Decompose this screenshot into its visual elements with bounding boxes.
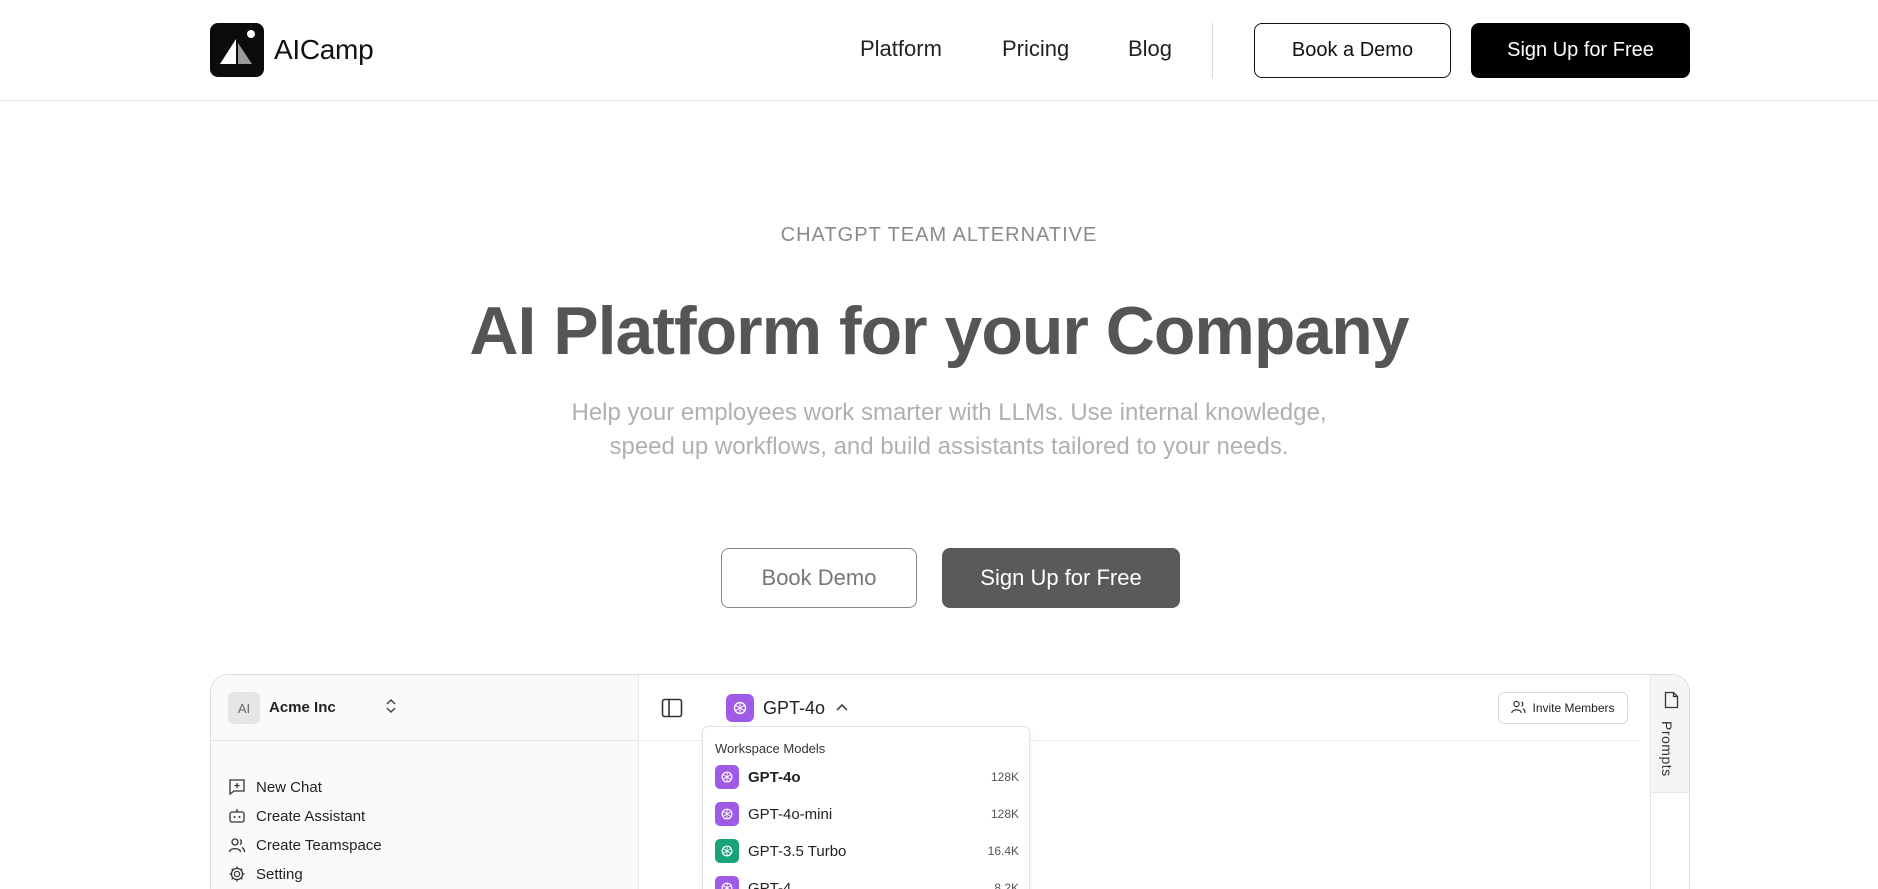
bot-icon <box>228 807 246 825</box>
model-option-name: GPT-4 <box>748 880 792 889</box>
model-context-size: 8.2K <box>994 881 1019 889</box>
book-demo-button[interactable]: Book Demo <box>721 548 917 608</box>
prompts-label: Prompts <box>1659 721 1675 777</box>
sidebar-item-label: Create Assistant <box>256 807 366 825</box>
openai-icon <box>726 694 754 722</box>
sidebar-item-setting[interactable]: Setting <box>228 862 303 886</box>
hero-eyebrow: CHATGPT TEAM ALTERNATIVE <box>780 224 1098 246</box>
users-icon <box>228 836 246 854</box>
model-option-gpt-4o[interactable]: GPT-4o 128K <box>715 763 1019 791</box>
site-header: AICamp Platform Pricing Blog Book a Demo… <box>0 0 1878 101</box>
model-option-gpt-4[interactable]: GPT-4 8.2K <box>715 874 1019 889</box>
app-sidebar: AI Acme Inc New Chat Create Assistant Cr… <box>211 675 639 889</box>
nav-platform[interactable]: Platform <box>860 36 942 62</box>
hero-sign-up-button[interactable]: Sign Up for Free <box>942 548 1180 608</box>
openai-icon <box>715 765 739 789</box>
brand-name: AICamp <box>274 34 374 65</box>
right-panel: Prompts <box>1650 675 1689 889</box>
nav-pricing[interactable]: Pricing <box>1002 36 1069 62</box>
chevron-up-down-icon[interactable] <box>384 697 398 718</box>
sidebar-item-label: Setting <box>256 865 303 883</box>
workspace-avatar: AI <box>228 692 260 724</box>
invite-members-label: Invite Members <box>1532 701 1615 715</box>
openai-icon <box>715 839 739 863</box>
model-context-size: 16.4K <box>987 844 1019 858</box>
model-option-name: GPT-3.5 Turbo <box>748 843 847 860</box>
nav-divider <box>1212 23 1213 78</box>
invite-members-button[interactable]: Invite Members <box>1498 692 1628 724</box>
sidebar-item-label: New Chat <box>256 778 322 796</box>
sidebar-toggle-icon[interactable] <box>661 697 683 719</box>
sidebar-item-label: Create Teamspace <box>256 836 382 854</box>
sidebar-item-new-chat[interactable]: New Chat <box>228 775 322 799</box>
new-chat-icon <box>228 778 246 796</box>
prompts-tab[interactable]: Prompts <box>1651 675 1689 793</box>
header-sign-up-button[interactable]: Sign Up for Free <box>1471 23 1690 78</box>
workspace-name: Acme Inc <box>269 699 336 716</box>
book-a-demo-button[interactable]: Book a Demo <box>1254 23 1451 78</box>
logo-icon <box>210 23 264 77</box>
model-option-gpt-3-5-turbo[interactable]: GPT-3.5 Turbo 16.4K <box>715 837 1019 865</box>
workspace-switcher[interactable]: AI Acme Inc <box>211 675 639 741</box>
nav-blog[interactable]: Blog <box>1128 36 1172 62</box>
hero-title: AI Platform for your Company <box>469 293 1409 369</box>
document-icon <box>1664 691 1679 714</box>
user-plus-icon <box>1511 700 1527 717</box>
model-option-name: GPT-4o-mini <box>748 806 833 823</box>
chevron-up-icon <box>835 699 849 717</box>
dropdown-title: Workspace Models <box>715 741 826 756</box>
app-preview: AI Acme Inc New Chat Create Assistant Cr… <box>210 674 1690 889</box>
model-option-gpt-4o-mini[interactable]: GPT-4o-mini 128K <box>715 800 1019 828</box>
openai-icon <box>715 876 739 889</box>
app-main: GPT-4o Invite Members Workspace Models G… <box>640 675 1640 889</box>
brand-logo[interactable]: AICamp <box>210 23 374 77</box>
model-context-size: 128K <box>990 807 1019 821</box>
sidebar-item-create-teamspace[interactable]: Create Teamspace <box>228 833 382 857</box>
current-model-name: GPT-4o <box>763 697 826 718</box>
hero-subtitle: Help your employees work smarter with LL… <box>571 399 1327 460</box>
gear-icon <box>228 865 246 883</box>
model-dropdown: Workspace Models GPT-4o 128K GPT-4o-mini… <box>702 726 1030 889</box>
sidebar-item-create-assistant[interactable]: Create Assistant <box>228 804 365 828</box>
openai-icon <box>715 802 739 826</box>
model-option-name: GPT-4o <box>748 769 801 786</box>
model-context-size: 128K <box>990 770 1019 784</box>
model-selector[interactable]: GPT-4o <box>726 694 849 722</box>
